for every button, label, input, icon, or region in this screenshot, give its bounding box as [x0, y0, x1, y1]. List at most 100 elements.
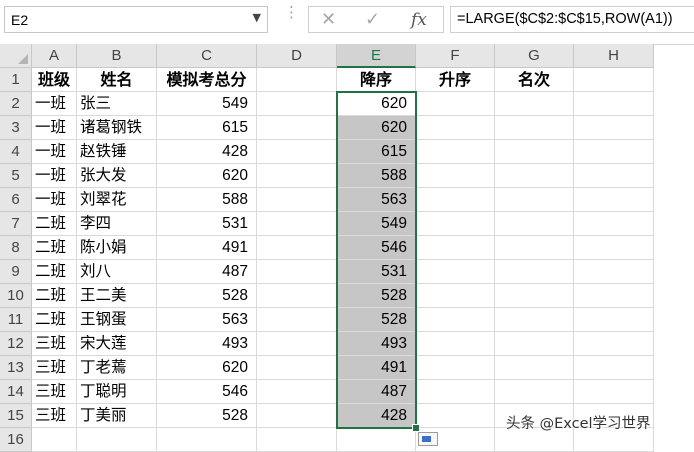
cell-g8[interactable]: [495, 236, 574, 260]
cell-d2[interactable]: [257, 92, 337, 116]
cell-a9[interactable]: 二班: [32, 260, 77, 284]
cell-b8[interactable]: 陈小娟: [77, 236, 157, 260]
cell-g14[interactable]: [495, 380, 574, 404]
cell-f2[interactable]: [416, 92, 495, 116]
cell-d5[interactable]: [257, 164, 337, 188]
row-header-6[interactable]: 6: [0, 188, 32, 212]
cell-h3[interactable]: [574, 116, 654, 140]
cell-c4[interactable]: 428: [157, 140, 257, 164]
cell-h14[interactable]: [574, 380, 654, 404]
cell-f14[interactable]: [416, 380, 495, 404]
row-header-7[interactable]: 7: [0, 212, 32, 236]
cell-b12[interactable]: 宋大莲: [77, 332, 157, 356]
column-header-g[interactable]: G: [495, 44, 574, 68]
fill-handle[interactable]: [412, 424, 420, 432]
cell-c14[interactable]: 546: [157, 380, 257, 404]
column-header-d[interactable]: D: [257, 44, 337, 68]
cell-c10[interactable]: 528: [157, 284, 257, 308]
cell-c5[interactable]: 620: [157, 164, 257, 188]
row-header-1[interactable]: 1: [0, 68, 32, 92]
cell-e12[interactable]: 493: [337, 332, 416, 356]
cell-h7[interactable]: [574, 212, 654, 236]
cell-g1[interactable]: 名次: [495, 68, 574, 92]
row-header-14[interactable]: 14: [0, 380, 32, 404]
cell-f4[interactable]: [416, 140, 495, 164]
cell-a14[interactable]: 三班: [32, 380, 77, 404]
cell-f13[interactable]: [416, 356, 495, 380]
column-header-a[interactable]: A: [32, 44, 77, 68]
cell-a12[interactable]: 三班: [32, 332, 77, 356]
cell-c7[interactable]: 531: [157, 212, 257, 236]
cell-b14[interactable]: 丁聪明: [77, 380, 157, 404]
cell-f6[interactable]: [416, 188, 495, 212]
cell-f3[interactable]: [416, 116, 495, 140]
cell-e8[interactable]: 546: [337, 236, 416, 260]
cell-h8[interactable]: [574, 236, 654, 260]
cell-b7[interactable]: 李四: [77, 212, 157, 236]
cell-c8[interactable]: 491: [157, 236, 257, 260]
cell-b9[interactable]: 刘八: [77, 260, 157, 284]
cell-c16[interactable]: [157, 428, 257, 452]
cell-g10[interactable]: [495, 284, 574, 308]
row-header-11[interactable]: 11: [0, 308, 32, 332]
cell-d7[interactable]: [257, 212, 337, 236]
cell-e16[interactable]: [337, 428, 416, 452]
row-header-15[interactable]: 15: [0, 404, 32, 428]
formula-input[interactable]: =LARGE($C$2:$C$15,ROW(A1)): [450, 6, 694, 33]
cell-c6[interactable]: 588: [157, 188, 257, 212]
cell-b10[interactable]: 王二美: [77, 284, 157, 308]
check-icon[interactable]: ✓: [365, 9, 380, 30]
cell-a2[interactable]: 一班: [32, 92, 77, 116]
row-header-9[interactable]: 9: [0, 260, 32, 284]
cell-c15[interactable]: 528: [157, 404, 257, 428]
cell-c2[interactable]: 549: [157, 92, 257, 116]
cell-e1[interactable]: 降序: [337, 68, 416, 92]
cell-a13[interactable]: 三班: [32, 356, 77, 380]
cell-f7[interactable]: [416, 212, 495, 236]
cell-d12[interactable]: [257, 332, 337, 356]
cell-h10[interactable]: [574, 284, 654, 308]
cell-b4[interactable]: 赵铁锤: [77, 140, 157, 164]
chevron-down-icon[interactable]: ▼: [253, 11, 261, 24]
cell-d13[interactable]: [257, 356, 337, 380]
fx-icon[interactable]: fx: [411, 10, 427, 30]
cell-a5[interactable]: 一班: [32, 164, 77, 188]
cell-a7[interactable]: 二班: [32, 212, 77, 236]
cell-g6[interactable]: [495, 188, 574, 212]
cell-h6[interactable]: [574, 188, 654, 212]
cell-c9[interactable]: 487: [157, 260, 257, 284]
cell-b2[interactable]: 张三: [77, 92, 157, 116]
quick-analysis-icon[interactable]: [418, 432, 438, 446]
column-header-f[interactable]: F: [416, 44, 495, 68]
cell-g5[interactable]: [495, 164, 574, 188]
cell-e14[interactable]: 487: [337, 380, 416, 404]
cell-c3[interactable]: 615: [157, 116, 257, 140]
column-header-c[interactable]: C: [157, 44, 257, 68]
cell-g12[interactable]: [495, 332, 574, 356]
cell-f15[interactable]: [416, 404, 495, 428]
select-all-button[interactable]: [0, 44, 32, 68]
cell-f11[interactable]: [416, 308, 495, 332]
cell-e2[interactable]: 620: [337, 92, 416, 116]
cell-d8[interactable]: [257, 236, 337, 260]
cell-e3[interactable]: 620: [337, 116, 416, 140]
row-header-8[interactable]: 8: [0, 236, 32, 260]
row-header-10[interactable]: 10: [0, 284, 32, 308]
cell-e5[interactable]: 588: [337, 164, 416, 188]
cell-h4[interactable]: [574, 140, 654, 164]
cell-f8[interactable]: [416, 236, 495, 260]
cell-e10[interactable]: 528: [337, 284, 416, 308]
cell-h2[interactable]: [574, 92, 654, 116]
cell-a10[interactable]: 二班: [32, 284, 77, 308]
cell-e9[interactable]: 531: [337, 260, 416, 284]
cell-b13[interactable]: 丁老蔫: [77, 356, 157, 380]
cell-e11[interactable]: 528: [337, 308, 416, 332]
cell-c1[interactable]: 模拟考总分: [157, 68, 257, 92]
cell-a3[interactable]: 一班: [32, 116, 77, 140]
cell-e15[interactable]: 428: [337, 404, 416, 428]
cell-a11[interactable]: 二班: [32, 308, 77, 332]
formula-bar-resize-handle-icon[interactable]: ⋮: [284, 5, 299, 20]
cell-f9[interactable]: [416, 260, 495, 284]
cell-a1[interactable]: 班级: [32, 68, 77, 92]
row-header-2[interactable]: 2: [0, 92, 32, 116]
